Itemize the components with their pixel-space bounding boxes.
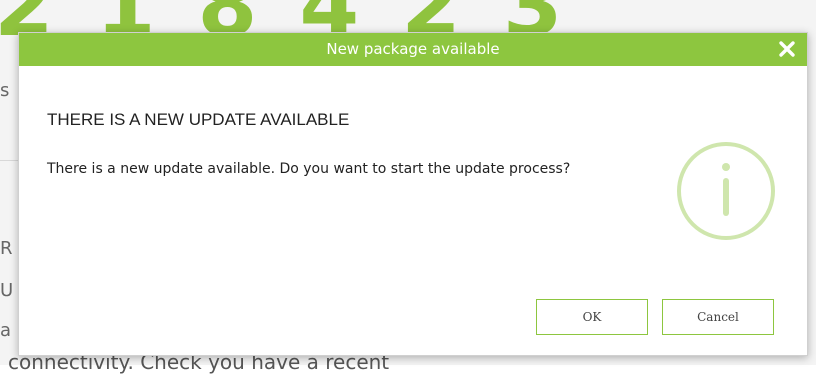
background-fragment: R: [0, 238, 13, 259]
dialog-message: There is a new update available. Do you …: [47, 161, 571, 177]
background-divider: [0, 160, 18, 161]
close-icon[interactable]: [777, 39, 797, 59]
ok-button[interactable]: OK: [536, 299, 648, 335]
background-fragment: a: [0, 320, 12, 341]
background-fragment: s: [0, 80, 10, 101]
cancel-button[interactable]: Cancel: [662, 299, 774, 335]
update-dialog: New package available THERE IS A NEW UPD…: [18, 32, 808, 356]
dialog-heading: THERE IS A NEW UPDATE AVAILABLE: [47, 110, 350, 129]
background-fragment: U: [0, 280, 14, 301]
dialog-title: New package available: [326, 40, 500, 58]
dialog-body: THERE IS A NEW UPDATE AVAILABLE There is…: [19, 66, 807, 355]
info-icon: [673, 138, 779, 244]
dialog-header: New package available: [19, 33, 807, 66]
